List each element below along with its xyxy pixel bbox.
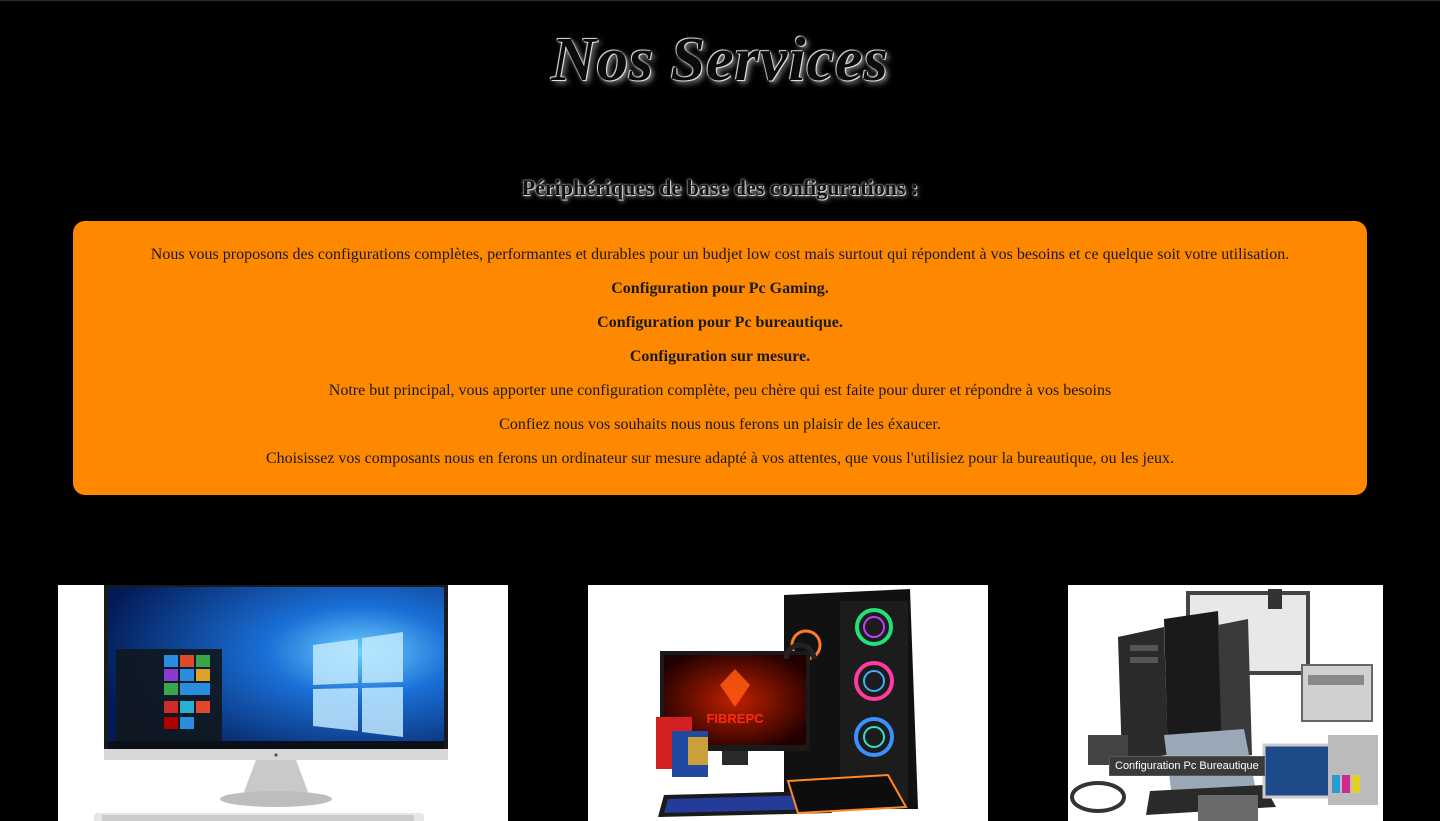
goal-text: Notre but principal, vous apporter une c…	[328, 382, 1112, 399]
service-item-custom: Configuration sur mesure.	[629, 348, 811, 365]
office-peripherals-image[interactable]	[1068, 585, 1383, 821]
service-item-office: Configuration pour Pc bureautique.	[597, 314, 843, 331]
section-subtitle: Périphériques de base des configurations…	[521, 175, 919, 200]
trust-text: Confiez nous vos souhaits nous nous fero…	[499, 416, 941, 433]
choose-text: Choisissez vos composants nous en ferons…	[265, 450, 1174, 467]
office-pc-image[interactable]	[58, 585, 508, 821]
service-item-gaming: Configuration pour Pc Gaming.	[611, 280, 829, 297]
gaming-pc-image[interactable]: FIBREPC	[588, 585, 988, 821]
monitor-brand-text: FIBREPC	[706, 711, 764, 726]
image-tooltip: Configuration Pc Bureautique	[1109, 756, 1265, 776]
services-info-box: Nous vous proposons des configurations c…	[73, 221, 1367, 495]
top-border-line	[0, 0, 1440, 1]
intro-text: Nous vous proposons des configurations c…	[150, 246, 1290, 263]
page-title: Nos Services	[551, 26, 889, 94]
